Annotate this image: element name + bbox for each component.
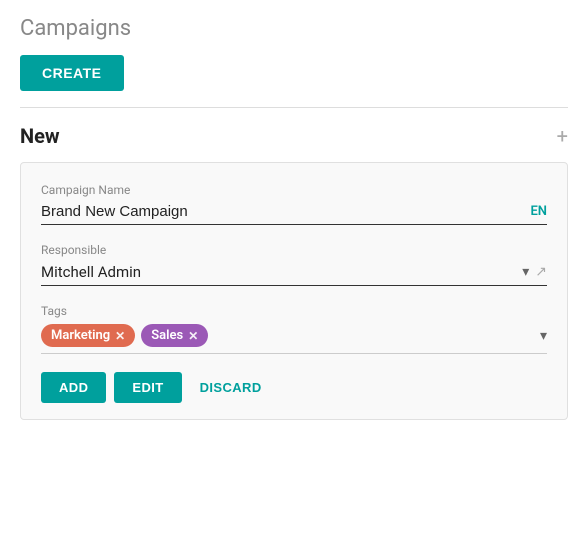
section-header: New + bbox=[20, 124, 568, 148]
tag-marketing: Marketing ✕ bbox=[41, 324, 135, 347]
tag-marketing-label: Marketing bbox=[51, 328, 110, 343]
tags-group: Tags Marketing ✕ Sales ✕ ▾ bbox=[41, 304, 547, 354]
responsible-group: Responsible Mitchell Admin ▾ ↗ bbox=[41, 243, 547, 286]
create-button[interactable]: CREATE bbox=[20, 55, 124, 91]
responsible-label: Responsible bbox=[41, 243, 547, 257]
tags-wrapper: Marketing ✕ Sales ✕ ▾ bbox=[41, 324, 547, 354]
divider bbox=[20, 107, 568, 108]
language-badge: EN bbox=[530, 204, 547, 219]
tag-sales-close[interactable]: ✕ bbox=[188, 329, 198, 343]
form-actions: ADD EDIT DISCARD bbox=[41, 372, 547, 403]
campaign-name-input[interactable] bbox=[41, 203, 522, 220]
section-title: New bbox=[20, 124, 60, 148]
tags-label: Tags bbox=[41, 304, 547, 318]
edit-button[interactable]: EDIT bbox=[114, 372, 181, 403]
discard-button[interactable]: DISCARD bbox=[190, 372, 272, 403]
campaign-name-group: Campaign Name EN bbox=[41, 183, 547, 225]
add-button[interactable]: ADD bbox=[41, 372, 106, 403]
chevron-down-icon: ▾ bbox=[522, 264, 529, 280]
form-card: Campaign Name EN Responsible Mitchell Ad… bbox=[20, 162, 568, 420]
tag-sales: Sales ✕ bbox=[141, 324, 208, 347]
responsible-value: Mitchell Admin bbox=[41, 263, 522, 281]
add-section-icon[interactable]: + bbox=[557, 126, 568, 146]
campaign-name-label: Campaign Name bbox=[41, 183, 547, 197]
campaign-name-input-wrapper: EN bbox=[41, 203, 547, 225]
responsible-icons: ▾ ↗ bbox=[522, 264, 547, 280]
tag-sales-label: Sales bbox=[151, 328, 183, 343]
page-title: Campaigns bbox=[20, 16, 568, 41]
tag-marketing-close[interactable]: ✕ bbox=[115, 329, 125, 343]
external-link-icon[interactable]: ↗ bbox=[535, 264, 547, 280]
tags-chevron-icon[interactable]: ▾ bbox=[540, 328, 547, 344]
responsible-select-wrapper[interactable]: Mitchell Admin ▾ ↗ bbox=[41, 263, 547, 286]
